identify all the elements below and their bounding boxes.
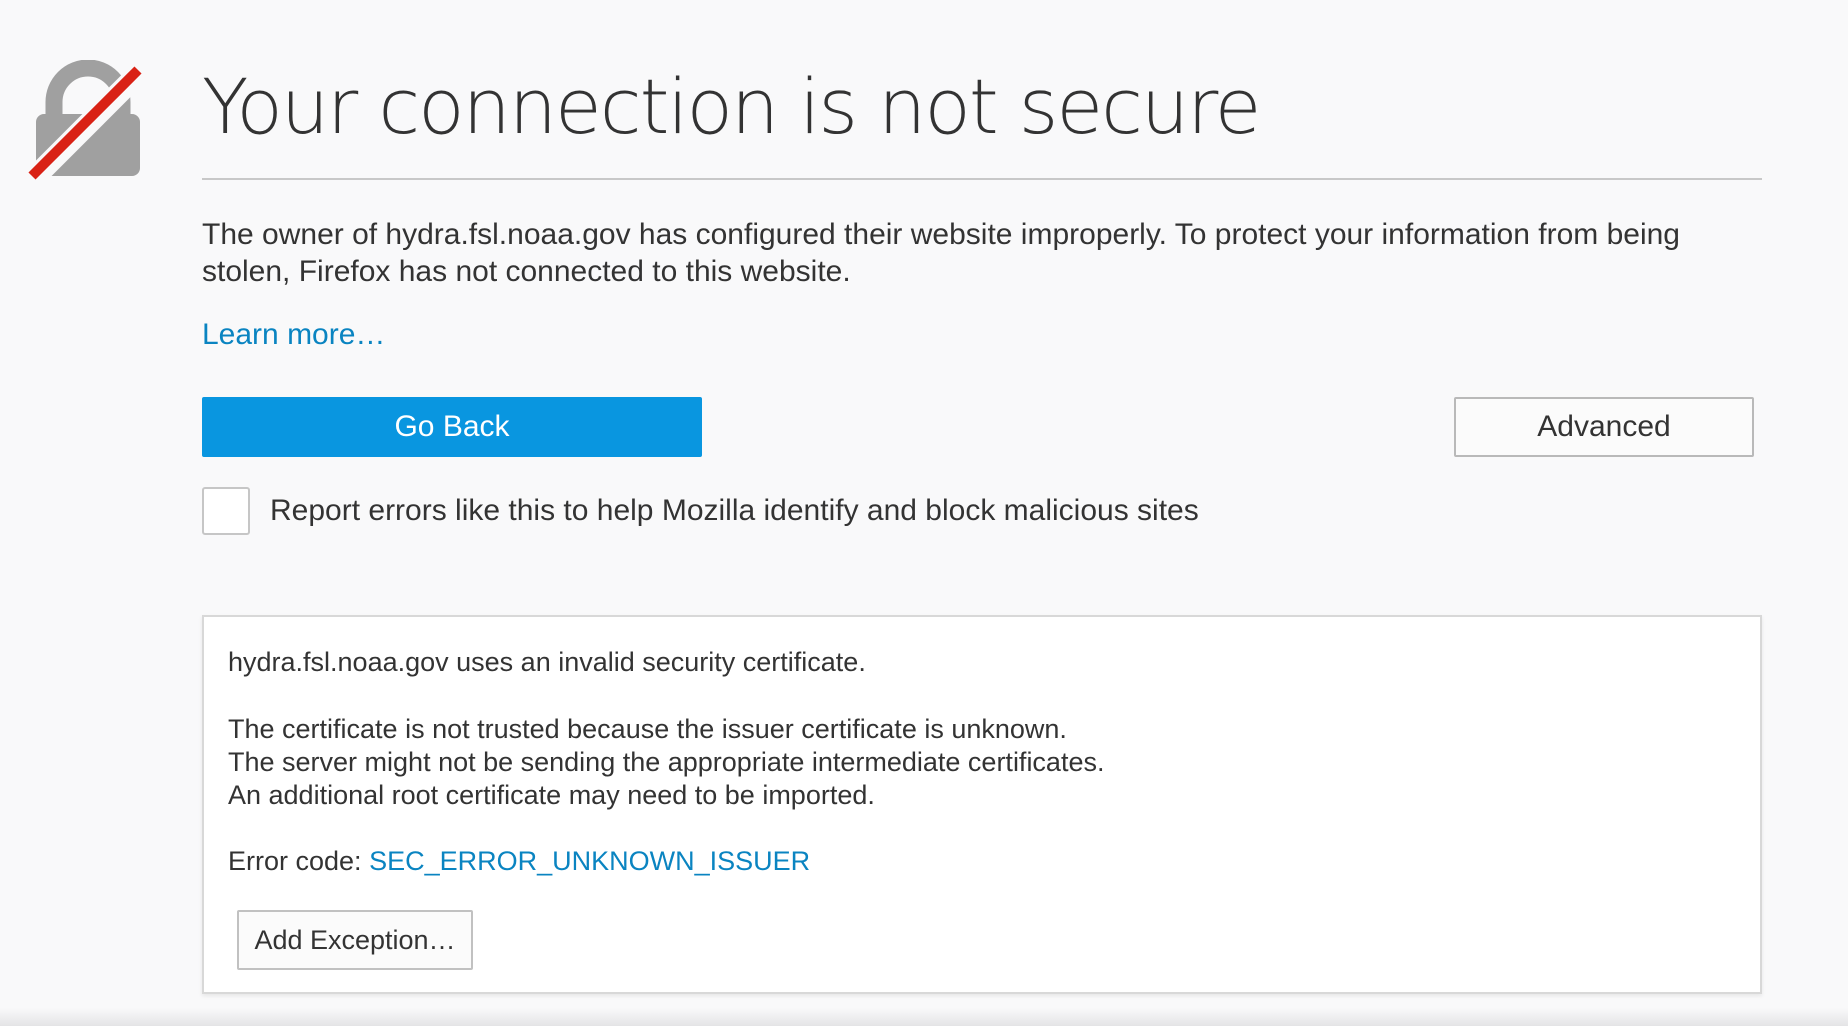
root-certificate-text: An additional root certificate may need … <box>228 780 875 810</box>
intermediate-certificates-text: The server might not be sending the appr… <box>228 747 1105 777</box>
go-back-button[interactable]: Go Back <box>202 397 702 457</box>
error-description: The owner of hydra.fsl.noaa.gov has conf… <box>202 218 1680 288</box>
broken-lock-icon <box>26 59 148 186</box>
issuer-unknown-text: The certificate is not trusted because t… <box>228 714 1067 744</box>
bottom-edge-shading <box>0 1008 1848 1026</box>
learn-more-link[interactable]: Learn more… <box>202 318 385 352</box>
report-errors-checkbox[interactable] <box>202 487 250 535</box>
report-errors-row: Report errors like this to help Mozilla … <box>202 487 1199 535</box>
error-code-line: Error code: SEC_ERROR_UNKNOWN_ISSUER <box>228 846 810 877</box>
report-errors-label[interactable]: Report errors like this to help Mozilla … <box>270 494 1199 528</box>
advanced-button[interactable]: Advanced <box>1454 397 1754 457</box>
page-title: Your connection is not secure <box>202 62 1261 151</box>
invalid-certificate-text: hydra.fsl.noaa.gov uses an invalid secur… <box>228 647 866 677</box>
title-divider <box>202 178 1762 180</box>
add-exception-button[interactable]: Add Exception… <box>237 910 473 970</box>
advanced-details-panel: hydra.fsl.noaa.gov uses an invalid secur… <box>202 615 1762 994</box>
error-code-label: Error code: <box>228 846 370 876</box>
error-code-link[interactable]: SEC_ERROR_UNKNOWN_ISSUER <box>369 846 810 876</box>
